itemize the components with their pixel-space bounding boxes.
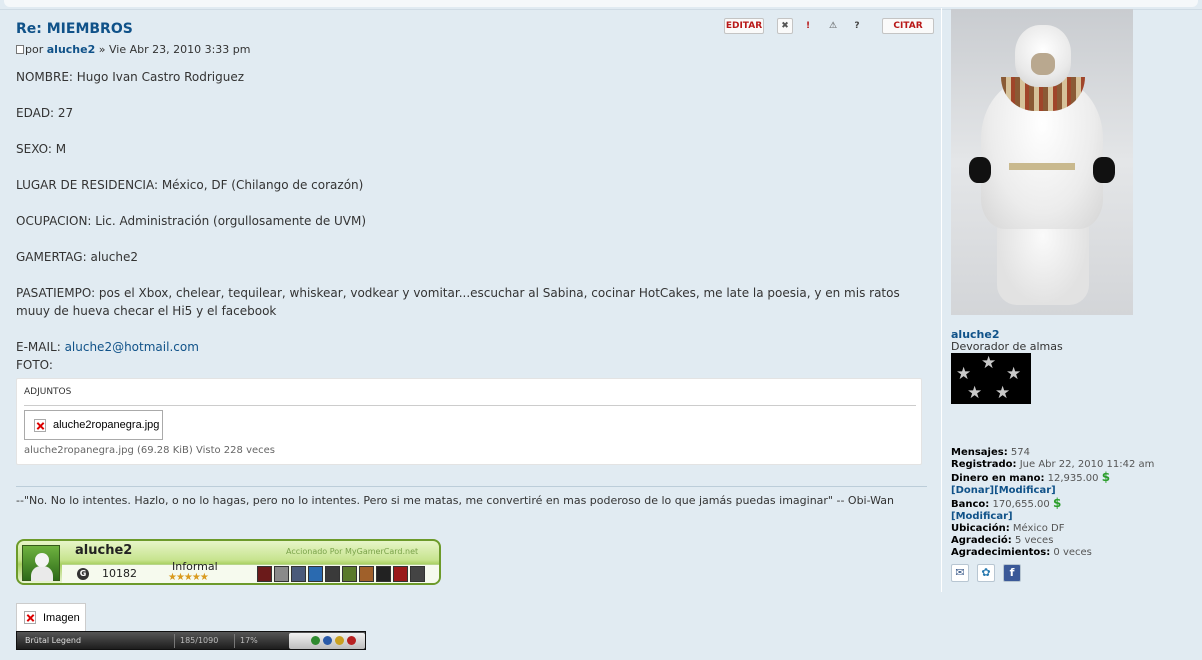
- gamercard-gamertag: aluche2: [75, 543, 133, 558]
- rank-stars-image: ★ ★ ★ ★ ★: [951, 353, 1031, 404]
- game-tile-icon: [274, 566, 289, 582]
- quote-button[interactable]: CITAR: [882, 18, 934, 34]
- stat-ubicacion: Ubicación: México DF: [951, 523, 1065, 534]
- controller-button-icon: [335, 636, 344, 645]
- signature-text: --"No. No lo intentes. Hazlo, o no lo ha…: [16, 494, 895, 507]
- xbox-achievements: 185/1090: [180, 636, 219, 645]
- gamer-avatar: [22, 545, 60, 581]
- stat-agradecimientos: Agradecimientos: 0 veces: [951, 547, 1092, 558]
- stat-banco: Banco: 170,655.00 $: [951, 496, 1062, 510]
- stat-agradecio: Agradeció: 5 veces: [951, 535, 1054, 546]
- report-button[interactable]: !: [800, 18, 816, 34]
- gamerscore-icon: G: [77, 568, 89, 580]
- game-tile-icon: [376, 566, 391, 582]
- game-tile-icon: [342, 566, 357, 582]
- msn-icon[interactable]: ✿: [977, 564, 995, 582]
- gamerscore: 10182: [102, 567, 137, 580]
- delete-button[interactable]: ✖: [777, 18, 793, 34]
- attachments-box: ADJUNTOS aluche2ropanegra.jpg aluche2rop…: [16, 378, 922, 465]
- post-date: Vie Abr 23, 2010 3:33 pm: [108, 43, 251, 56]
- broken-image-icon: [24, 611, 36, 624]
- line-gamertag: GAMERTAG: aluche2: [16, 250, 138, 264]
- gamercard-powered-by[interactable]: Accionado Por MyGamerCard.net: [286, 547, 418, 556]
- star-icon: ★: [995, 383, 1011, 403]
- attachment-meta: aluche2ropanegra.jpg (69.28 KiB) Visto 2…: [24, 445, 275, 456]
- star-icon: ★: [967, 383, 983, 403]
- post-content: NOMBRE: Hugo Ivan Castro Rodriguez EDAD:…: [16, 68, 928, 374]
- line-sexo: SEXO: M: [16, 142, 67, 156]
- line-foto: FOTO:: [16, 358, 53, 372]
- gamercard[interactable]: aluche2 Accionado Por MyGamerCard.net G …: [16, 539, 441, 585]
- star-icon: ★: [981, 353, 997, 373]
- game-tile-icon: [257, 566, 272, 582]
- line-email: E-MAIL: aluche2@hotmail.com: [16, 338, 928, 356]
- game-tile-icon: [410, 566, 425, 582]
- line-pasatiempo: PASATIEMPO: pos el Xbox, chelear, tequil…: [16, 286, 900, 318]
- signature-divider: [16, 486, 927, 487]
- attachments-header: ADJUNTOS: [24, 387, 72, 397]
- edit-button[interactable]: EDITAR: [724, 18, 764, 34]
- dollar-icon: $: [1101, 470, 1111, 484]
- email-link[interactable]: aluche2@hotmail.com: [65, 340, 199, 354]
- post-icon: [16, 45, 24, 54]
- warn-button[interactable]: ⚠: [825, 18, 841, 34]
- controller-button-icon: [347, 636, 356, 645]
- game-tile-icon: [291, 566, 306, 582]
- attachments-divider: [24, 405, 916, 406]
- game-tile-icon: [308, 566, 323, 582]
- game-tile-icon: [359, 566, 374, 582]
- post-title[interactable]: Re: MIEMBROS: [16, 21, 133, 37]
- profile-stats: Mensajes: 574 Registrado: Jue Abr 22, 20…: [951, 447, 1191, 559]
- user-avatar: [951, 9, 1133, 315]
- profile-divider: [941, 8, 942, 592]
- info-button[interactable]: ?: [849, 18, 865, 34]
- stat-mensajes: Mensajes: 574: [951, 447, 1030, 458]
- xbox-game-bar[interactable]: Brütal Legend 185/1090 17%: [16, 631, 366, 650]
- facebook-icon[interactable]: f: [1003, 564, 1021, 582]
- controller-button-icon: [311, 636, 320, 645]
- broken-image-icon: [34, 418, 46, 432]
- xbox-controller-graphic: [289, 633, 365, 649]
- line-residencia: LUGAR DE RESIDENCIA: México, DF (Chilang…: [16, 178, 364, 192]
- game-tile-icon: [325, 566, 340, 582]
- modify-bank-link[interactable]: [Modificar]: [951, 511, 1013, 522]
- profile-rank-title: Devorador de almas: [951, 340, 1063, 353]
- post-author-line: por aluche2 » Vie Abr 23, 2010 3:33 pm: [16, 43, 251, 56]
- author-link[interactable]: aluche2: [47, 43, 96, 56]
- reputation-stars: ★★★★★: [168, 572, 209, 583]
- attachment-image[interactable]: aluche2ropanegra.jpg: [24, 410, 163, 440]
- star-icon: ★: [956, 364, 972, 384]
- image-placeholder[interactable]: Imagen: [16, 603, 86, 631]
- xbox-percent: 17%: [240, 636, 258, 645]
- stat-money-links: [Donar][Modificar]: [951, 485, 1191, 497]
- email-label: E-MAIL:: [16, 340, 65, 354]
- dollar-icon: $: [1052, 496, 1062, 510]
- stat-dinero: Dinero en mano: 12,935.00 $: [951, 470, 1111, 484]
- donate-link[interactable]: [Donar]: [951, 485, 994, 496]
- stat-bank-link: [Modificar]: [951, 511, 1191, 523]
- line-ocupacion: OCUPACION: Lic. Administración (orgullos…: [16, 214, 367, 228]
- game-tile-icon: [393, 566, 408, 582]
- author-prefix: por: [25, 43, 44, 56]
- star-icon: ★: [1006, 364, 1022, 384]
- line-nombre: NOMBRE: Hugo Ivan Castro Rodriguez: [16, 70, 245, 84]
- xbox-game-title: Brütal Legend: [25, 636, 82, 645]
- line-edad: EDAD: 27: [16, 106, 74, 120]
- email-icon[interactable]: ✉: [951, 564, 969, 582]
- stat-registrado: Registrado: Jue Abr 22, 2010 11:42 am: [951, 459, 1155, 470]
- controller-button-icon: [323, 636, 332, 645]
- modify-money-link[interactable]: [Modificar]: [994, 485, 1056, 496]
- date-separator: »: [95, 43, 109, 56]
- xbox-separator: [174, 634, 175, 648]
- attachment-filename: aluche2ropanegra.jpg: [53, 419, 160, 431]
- image-placeholder-label: Imagen: [43, 611, 80, 624]
- xbox-separator: [234, 634, 235, 648]
